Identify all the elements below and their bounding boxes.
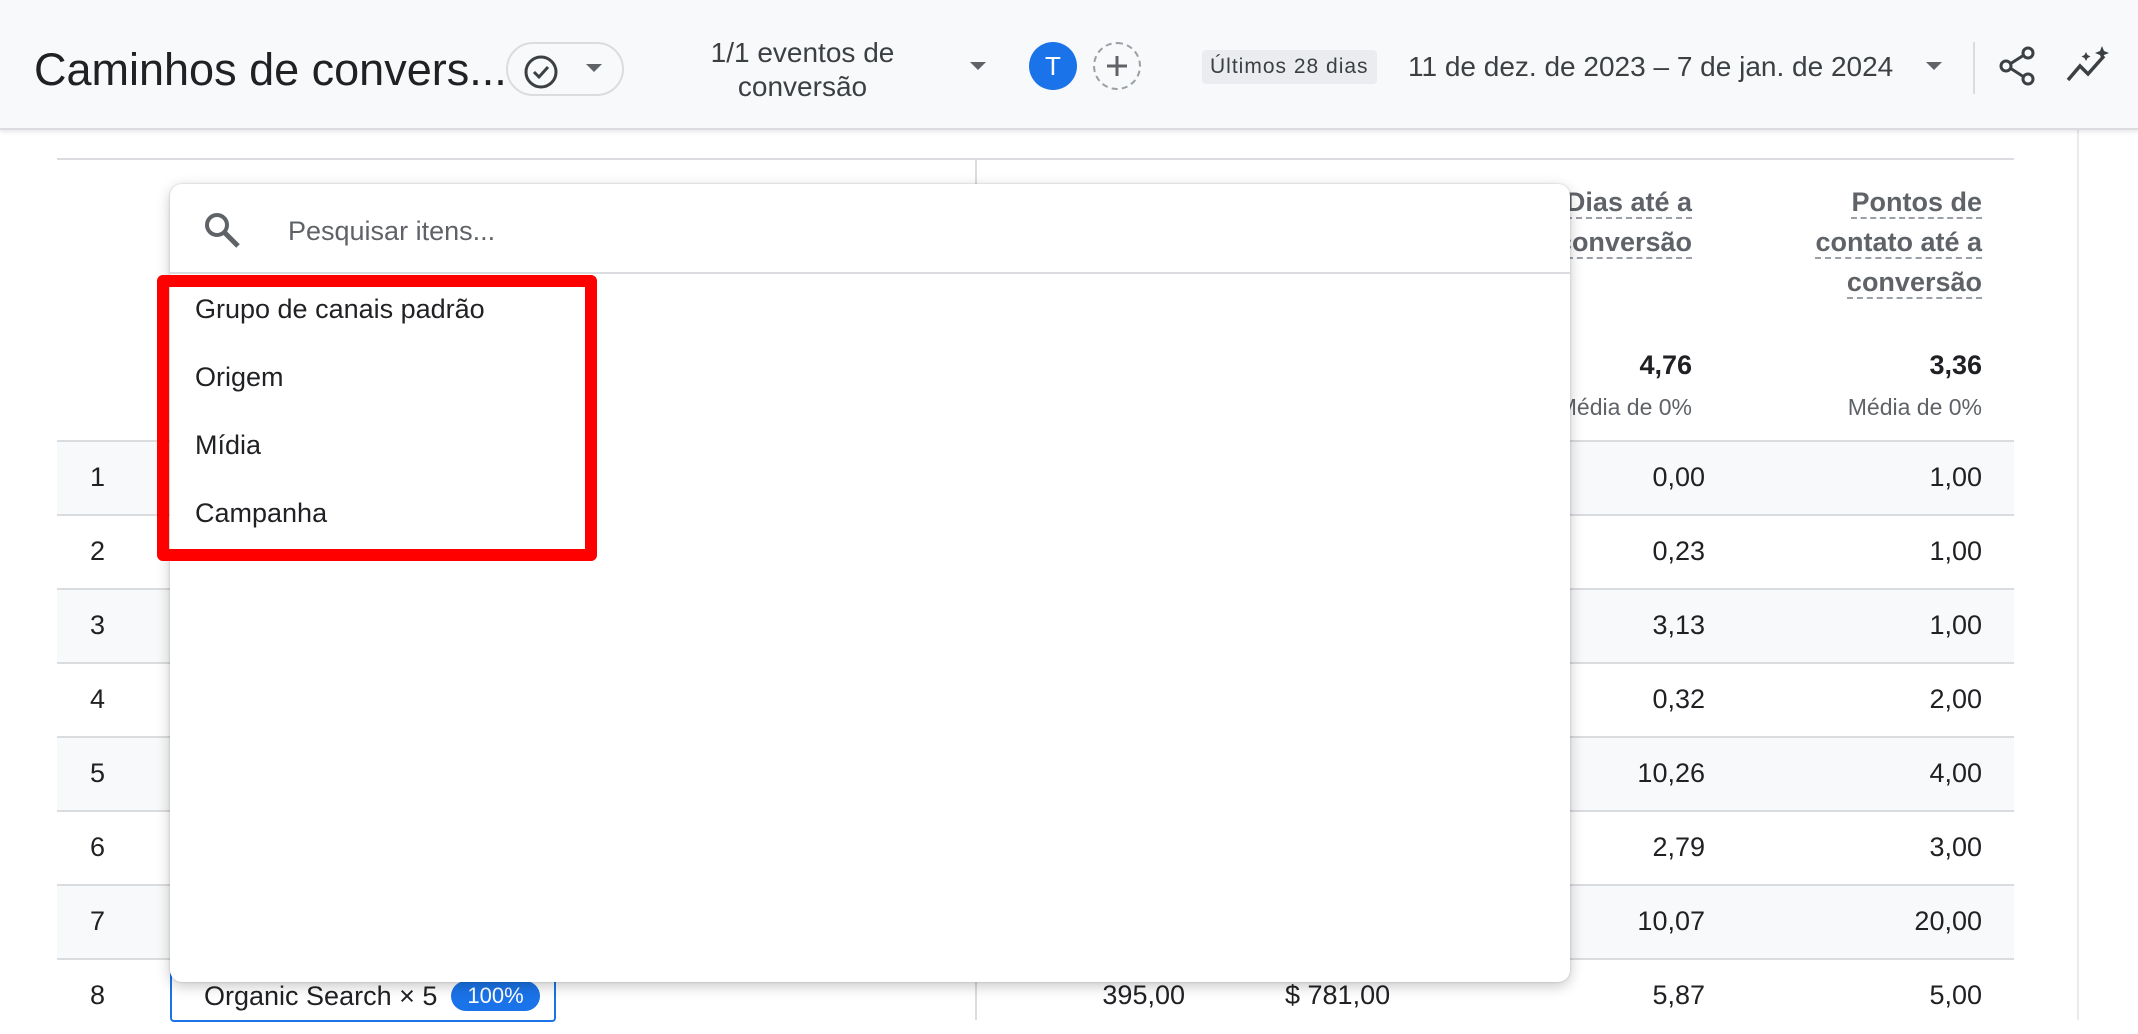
row-number: 3 bbox=[90, 610, 106, 640]
dropdown-divider bbox=[170, 272, 1570, 274]
total-touchpoints-sub: Média de 0% bbox=[1847, 394, 1982, 420]
touchpoints-cell: 2,00 bbox=[1929, 684, 1982, 714]
total-touchpoints-value: 3,36 bbox=[1929, 350, 1982, 380]
touchpoints-cell: 1,00 bbox=[1929, 536, 1982, 566]
plus-icon bbox=[1107, 56, 1127, 76]
revenue-cell: $ 781,00 bbox=[1285, 980, 1391, 1010]
days-cell: 5,87 bbox=[1652, 980, 1705, 1010]
row-number: 2 bbox=[90, 536, 106, 566]
row-number: 4 bbox=[90, 684, 106, 714]
insights-icon[interactable] bbox=[2064, 44, 2112, 88]
row-number: 1 bbox=[90, 462, 106, 492]
touchpoints-cell: 1,00 bbox=[1929, 610, 1982, 640]
share-icon[interactable] bbox=[1996, 44, 2040, 88]
date-range-caret-icon[interactable] bbox=[1924, 60, 1944, 72]
conversion-events-caret-icon[interactable] bbox=[968, 60, 988, 72]
conversion-events-selector[interactable]: 1/1 eventos de conversão bbox=[680, 36, 925, 104]
row-number: 6 bbox=[90, 832, 106, 862]
date-preset-label[interactable]: Últimos 28 dias bbox=[1202, 50, 1377, 84]
add-comparison-button[interactable] bbox=[1093, 42, 1141, 90]
table-top-border bbox=[57, 158, 2014, 160]
page-scrollbar[interactable] bbox=[2077, 130, 2079, 1020]
report-header: Caminhos de convers... 1/1 eventos de co… bbox=[0, 0, 2138, 130]
row-number: 7 bbox=[90, 906, 106, 936]
path-percent-badge: 100% bbox=[451, 981, 540, 1011]
path-label: Organic Search × 5 bbox=[204, 981, 438, 1011]
touchpoints-cell: 1,00 bbox=[1929, 462, 1982, 492]
row-number: 8 bbox=[90, 980, 106, 1010]
highlight-annotation-box bbox=[157, 275, 597, 561]
conversions-cell: 395,00 bbox=[1102, 980, 1185, 1010]
header-touchpoints-to-conversion[interactable]: Pontos de contato até a conversão bbox=[1780, 182, 1982, 302]
search-input[interactable] bbox=[286, 206, 1490, 256]
touchpoints-cell: 20,00 bbox=[1914, 906, 1982, 936]
touchpoints-cell: 3,00 bbox=[1929, 832, 1982, 862]
date-range-picker[interactable]: 11 de dez. de 2023 – 7 de jan. de 2024 bbox=[1408, 50, 1893, 84]
touchpoints-cell: 4,00 bbox=[1929, 758, 1982, 788]
comparison-avatar[interactable]: T bbox=[1029, 42, 1077, 90]
report-status-dropdown[interactable] bbox=[506, 42, 624, 96]
page-title: Caminhos de convers... bbox=[34, 44, 507, 95]
header-divider bbox=[1973, 42, 1975, 94]
row-number: 5 bbox=[90, 758, 106, 788]
chevron-down-icon bbox=[586, 64, 602, 72]
search-icon bbox=[205, 213, 240, 248]
check-circle-icon bbox=[524, 55, 558, 89]
touchpoints-cell: 5,00 bbox=[1929, 980, 1982, 1010]
